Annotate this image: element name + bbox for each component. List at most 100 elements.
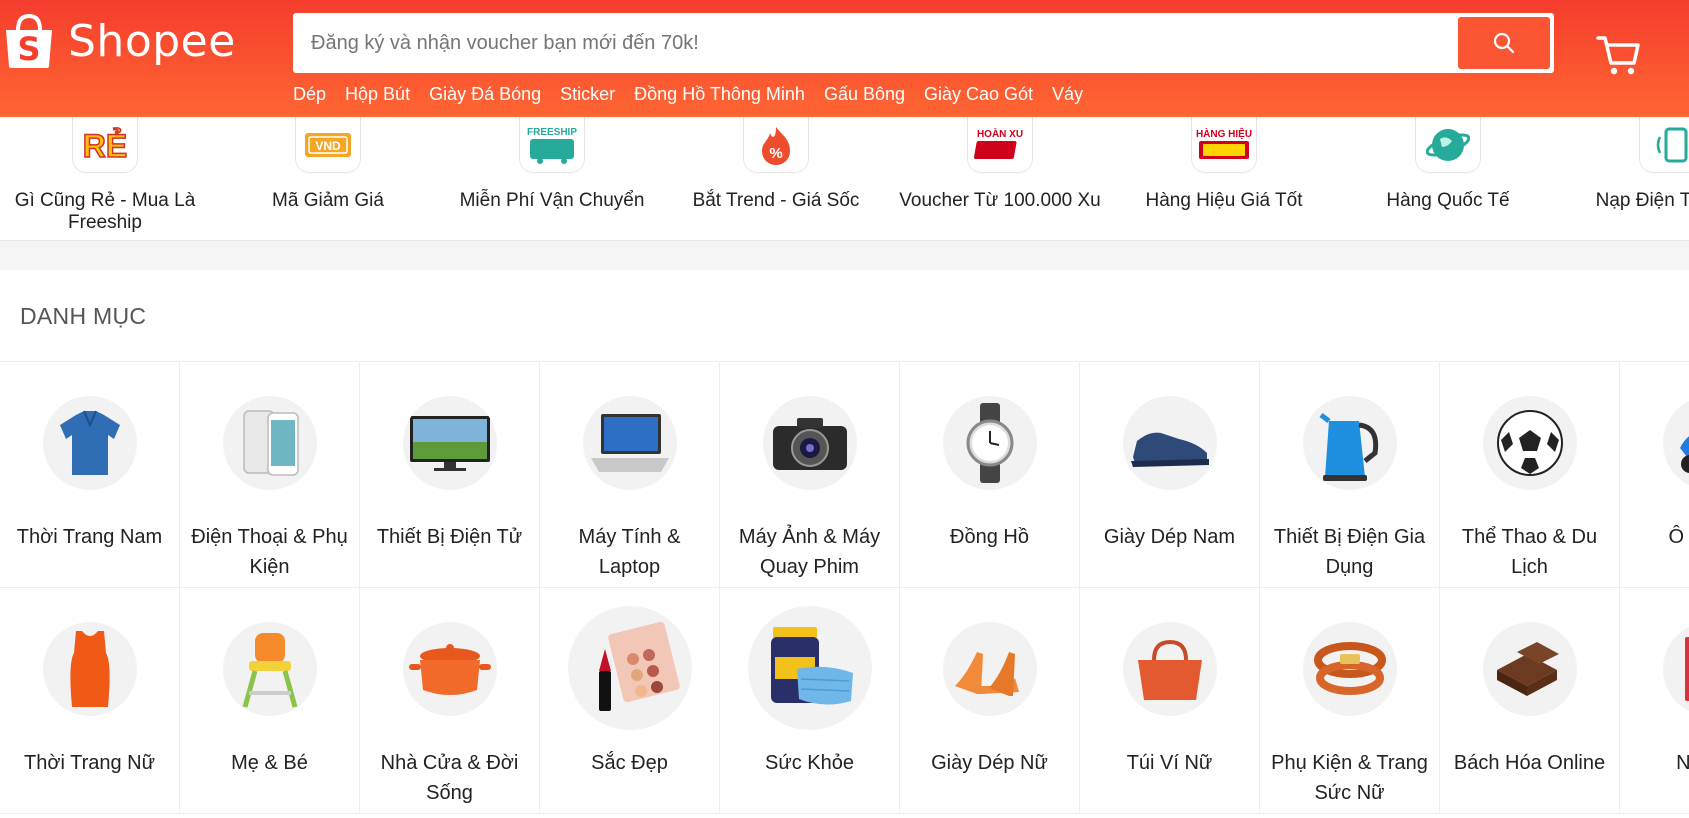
category-item[interactable]: Túi Ví Nữ: [1080, 588, 1260, 814]
category-label: Thể Thao & Du Lịch: [1461, 526, 1598, 578]
search-hint-link[interactable]: Giày Đá Bóng: [429, 84, 541, 105]
cart-icon[interactable]: [1594, 30, 1642, 78]
category-label: Thời Trang Nữ: [24, 752, 155, 774]
category-item[interactable]: Giày Dép Nam: [1080, 362, 1260, 588]
logo-text: Shopee: [68, 15, 236, 67]
category-label: Thiết Bị Điện Gia Dụng: [1273, 526, 1426, 578]
category-label: Túi Ví Nữ: [1126, 752, 1213, 774]
womens-top-icon: [42, 622, 137, 716]
category-label: Điện Thoại & Phụ Kiện: [191, 526, 348, 578]
category-item[interactable]: Đồng Hồ: [900, 362, 1080, 588]
category-item[interactable]: Bách Hóa Online: [1440, 588, 1620, 814]
freeship-xtra-icon: FREESHIP: [519, 117, 585, 173]
category-label: Phụ Kiện & Trang Sức Nữ: [1271, 752, 1428, 804]
quick-link-label: Miễn Phí Vận Chuyển: [459, 190, 645, 211]
quick-link-hang-quoc-te[interactable]: Hàng Quốc Tế: [1343, 117, 1553, 212]
search-hint-link[interactable]: Dép: [293, 84, 326, 105]
category-item[interactable]: Thể Thao & Du Lịch: [1440, 362, 1620, 588]
laptop-icon: [582, 396, 677, 490]
quick-link-label: Hàng Hiệu Giá Tốt: [1145, 190, 1303, 211]
quick-links: RẺ Gì Cũng Rẻ - Mua Là Freeship VND Mã G…: [0, 117, 1689, 241]
search-button[interactable]: [1458, 17, 1550, 69]
category-label: Thiết Bị Điện Tử: [376, 526, 523, 548]
flame-percent-icon: %: [743, 117, 809, 173]
category-item[interactable]: Máy Ảnh & Máy Quay Phim: [720, 362, 900, 588]
categories-grid: Thời Trang Nam Điện Thoại & Phụ Kiện Thi…: [0, 362, 1689, 814]
category-item[interactable]: Máy Tính & Laptop: [540, 362, 720, 588]
quick-link-label: Mã Giảm Giá: [272, 190, 384, 211]
category-item[interactable]: Thời Trang Nam: [0, 362, 180, 588]
category-label: Đồng Hồ: [950, 526, 1029, 548]
category-label: Ô Tô & X: [1668, 526, 1689, 548]
search-hint-link[interactable]: Giày Cao Gót: [924, 84, 1033, 105]
cooking-pot-icon: [402, 622, 497, 716]
category-item[interactable]: Phụ Kiện & Trang Sức Nữ: [1260, 588, 1440, 814]
shopee-logo[interactable]: S Shopee: [0, 10, 236, 72]
search-hint-link[interactable]: Sticker: [560, 84, 615, 105]
vitamins-mask-icon: [747, 606, 872, 730]
chocolate-icon: [1482, 622, 1577, 716]
soccer-ball-icon: [1482, 396, 1577, 490]
svg-text:%: %: [769, 145, 782, 162]
category-item[interactable]: Nhà Cửa & Đời Sống: [360, 588, 540, 814]
search-hint-link[interactable]: Gấu Bông: [824, 84, 905, 105]
quick-link-ma-giam-gia[interactable]: VND Mã Giảm Giá: [223, 117, 433, 212]
categories-panel: DANH MỤC Thời Trang Nam Điện Thoại & Phụ…: [0, 270, 1689, 818]
quick-link-hang-hieu[interactable]: HÀNG HIỆU Hàng Hiệu Giá Tốt: [1119, 117, 1329, 212]
categories-title: DANH MỤC: [0, 270, 1689, 362]
quick-link-label: Bắt Trend - Giá Sốc: [692, 190, 860, 211]
category-label: Sắc Đẹp: [591, 752, 668, 774]
wristwatch-icon: [942, 396, 1037, 490]
category-item[interactable]: Sắc Đẹp: [540, 588, 720, 814]
high-heels-icon: [942, 622, 1037, 716]
phone-topup-icon: [1639, 117, 1689, 173]
category-item[interactable]: Nhà Sá: [1620, 588, 1689, 814]
quick-link-bat-trend[interactable]: % Bắt Trend - Giá Sốc: [671, 117, 881, 212]
quick-link-voucher-xu[interactable]: HOÀN XU Voucher Từ 100.000 Xu: [895, 117, 1105, 212]
category-label: Thời Trang Nam: [16, 526, 163, 548]
handbag-icon: [1122, 622, 1217, 716]
quick-link-nap-dien-thoai[interactable]: Nạp Điện Th Gam: [1567, 117, 1689, 212]
category-label: Sức Khỏe: [765, 752, 854, 774]
shopee-bag-icon: S: [6, 13, 52, 68]
bracelet-icon: [1302, 622, 1397, 716]
voucher-vnd-icon: VND: [295, 117, 361, 173]
category-item[interactable]: Điện Thoại & Phụ Kiện: [180, 362, 360, 588]
camera-icon: [762, 396, 857, 490]
category-label: Bách Hóa Online: [1453, 752, 1606, 774]
category-item[interactable]: Giày Dép Nữ: [900, 588, 1080, 814]
category-item[interactable]: Thiết Bị Điện Tử: [360, 362, 540, 588]
category-item[interactable]: Thời Trang Nữ: [0, 588, 180, 814]
search-icon: [1493, 32, 1515, 54]
search-hint-link[interactable]: Hộp Bút: [345, 84, 410, 105]
search-hints: Dép Hộp Bút Giày Đá Bóng Sticker Đồng Hồ…: [293, 84, 1102, 105]
header: S Shopee Dép Hộp Bút Giày Đá Bóng Sticke…: [0, 0, 1689, 117]
quick-link-gi-cung-re[interactable]: RẺ Gì Cũng Rẻ - Mua Là Freeship: [0, 117, 210, 234]
quick-link-label: Nạp Điện Th Gam: [1595, 190, 1689, 211]
svg-text:RẺ: RẺ: [83, 128, 127, 164]
svg-text:FREESHIP: FREESHIP: [527, 127, 577, 138]
quick-link-label: Hàng Quốc Tế: [1386, 190, 1510, 211]
page: S Shopee Dép Hộp Bút Giày Đá Bóng Sticke…: [0, 0, 1689, 818]
search-hint-link[interactable]: Đồng Hồ Thông Minh: [634, 84, 805, 105]
category-label: Nhà Cửa & Đời Sống: [380, 752, 519, 804]
category-label: Mẹ & Bé: [231, 752, 308, 774]
smartphone-icon: [222, 396, 317, 490]
svg-text:S: S: [17, 30, 40, 68]
search-hint-link[interactable]: Váy: [1052, 84, 1083, 105]
quick-link-mien-phi-van-chuyen[interactable]: FREESHIP Miễn Phí Vận Chuyển: [447, 117, 657, 212]
scooter-icon: [1662, 396, 1689, 490]
category-label: Nhà Sá: [1676, 752, 1689, 774]
category-item[interactable]: Ô Tô & X: [1620, 362, 1689, 588]
kettle-icon: [1302, 396, 1397, 490]
category-item[interactable]: Thiết Bị Điện Gia Dụng: [1260, 362, 1440, 588]
hang-hieu-gia-tot-icon: HÀNG HIỆU: [1191, 117, 1257, 173]
svg-text:HOÀN XU: HOÀN XU: [977, 127, 1023, 140]
quick-link-label: Gì Cũng Rẻ - Mua Là Freeship: [14, 190, 196, 233]
category-item[interactable]: Sức Khỏe: [720, 588, 900, 814]
category-label: Máy Tính & Laptop: [578, 526, 681, 578]
book-icon: [1662, 622, 1689, 716]
category-item[interactable]: Mẹ & Bé: [180, 588, 360, 814]
mens-shoe-icon: [1122, 396, 1217, 490]
search-input[interactable]: [293, 13, 1458, 73]
